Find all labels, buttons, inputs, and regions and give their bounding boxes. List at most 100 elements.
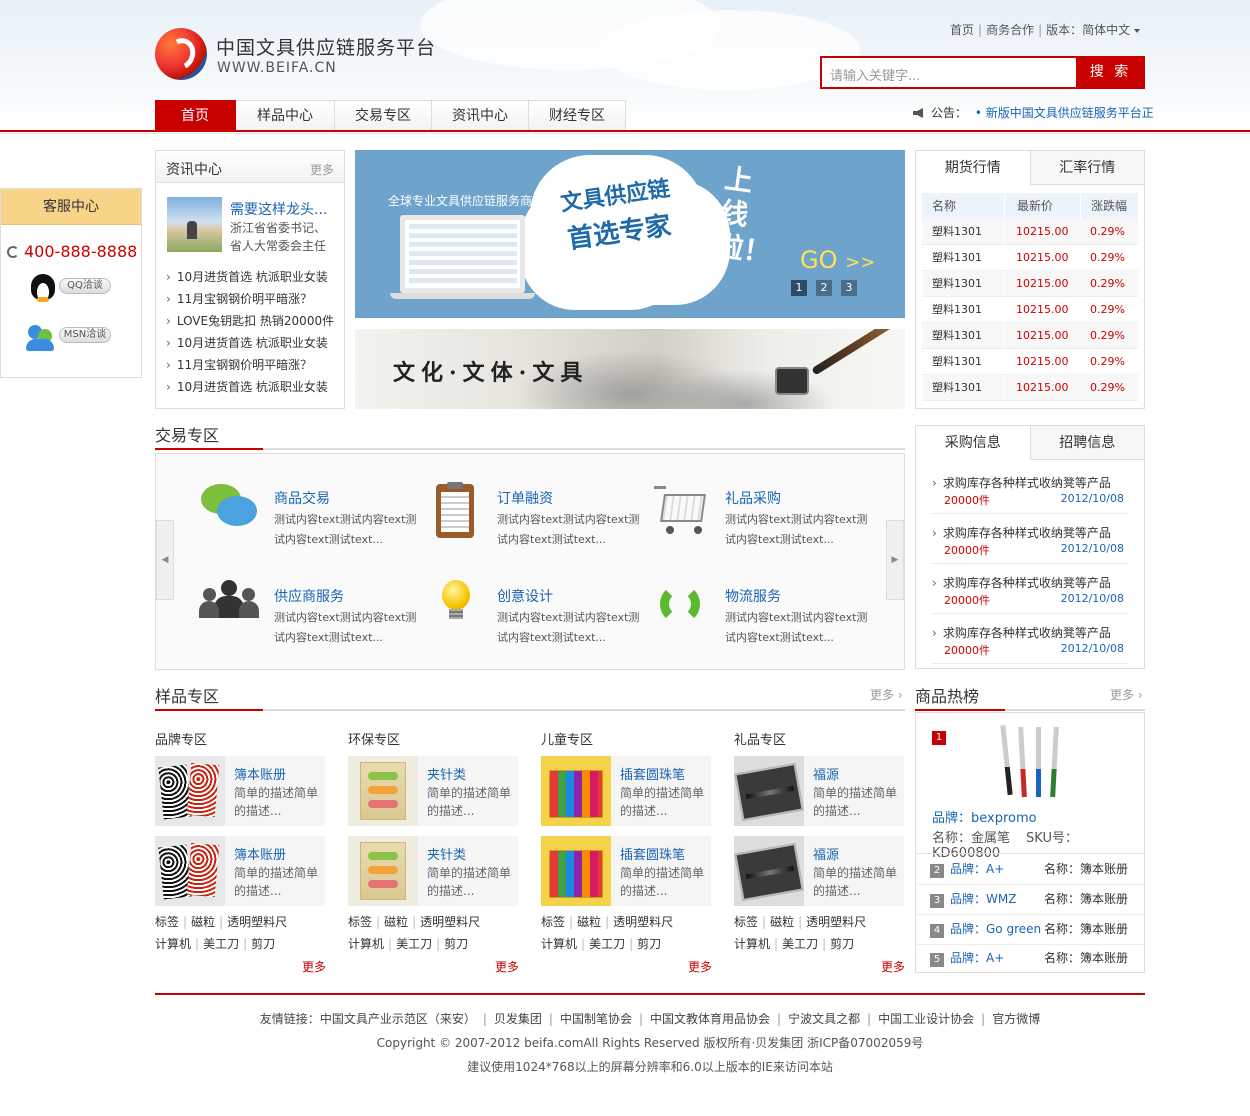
product-card[interactable]: 簿本账册 简单的描述简单的描述... [155, 836, 325, 906]
tag-link[interactable]: 磁粒 [770, 915, 794, 929]
tab-recruit[interactable]: 招聘信息 [1029, 426, 1145, 459]
tag-link[interactable]: 标签 [541, 915, 565, 929]
nav-home[interactable]: 首页 [155, 100, 236, 131]
tag-link[interactable]: 计算机 [348, 937, 384, 951]
friend-link[interactable]: 中国文具产业示范区（来安） [320, 1012, 476, 1026]
category-more-link[interactable]: 更多 [881, 958, 905, 975]
tag-link[interactable]: 磁粒 [384, 915, 408, 929]
toplink-home[interactable]: 首页 [950, 23, 974, 37]
table-row[interactable]: 塑料1301 10215.00 0.29% [922, 323, 1138, 349]
product-card[interactable]: 夹针类 简单的描述简单的描述... [348, 756, 518, 826]
hot-more-link[interactable]: 更多 › [1110, 686, 1143, 703]
trade-item-gift[interactable]: 礼品采购 测试内容text测试内容text测试内容text测试text... [650, 482, 870, 562]
tag-link[interactable]: 磁粒 [577, 915, 601, 929]
tag-link[interactable]: 剪刀 [444, 937, 468, 951]
hot-row[interactable]: 2 品牌：A+ 名称：簿本账册 [930, 854, 1140, 884]
banner-page-3[interactable]: 3 [841, 280, 857, 296]
table-row[interactable]: 塑料1301 10215.00 0.29% [922, 219, 1138, 245]
product-card[interactable]: 福源 简单的描述简单的描述... [734, 836, 904, 906]
category-more-link[interactable]: 更多 [302, 958, 326, 975]
news-item[interactable]: 10月进货首选 杭派职业女装 [166, 266, 334, 288]
list-item[interactable]: 求购库存各种样式收纳凳等产品 20000件 2012/10/08 [932, 564, 1128, 614]
trade-prev-arrow-icon[interactable]: ◀ [156, 520, 174, 600]
news-item[interactable]: 10月进货首选 杭派职业女装 [166, 332, 334, 354]
product-card[interactable]: 福源 简单的描述简单的描述... [734, 756, 904, 826]
product-card[interactable]: 夹针类 简单的描述简单的描述... [348, 836, 518, 906]
tag-link[interactable]: 剪刀 [251, 937, 275, 951]
tab-exchange[interactable]: 汇率行情 [1029, 151, 1145, 184]
hot-row[interactable]: 4 品牌：Go green 名称：簿本账册 [930, 914, 1140, 944]
category-more-link[interactable]: 更多 [688, 958, 712, 975]
news-headline[interactable]: 需要这样龙头... [230, 199, 327, 219]
tag-link[interactable]: 美工刀 [203, 937, 239, 951]
tag-link[interactable]: 透明塑料尺 [227, 915, 287, 929]
tag-link[interactable]: 计算机 [155, 937, 191, 951]
nav-samples[interactable]: 样品中心 [236, 100, 335, 131]
friend-link[interactable]: 宁波文具之都 [788, 1012, 860, 1026]
tag-link[interactable]: 标签 [348, 915, 372, 929]
logo-icon[interactable] [155, 28, 207, 80]
news-item[interactable]: LOVE兔钥匙扣 热销20000件 [166, 310, 334, 332]
table-row[interactable]: 塑料1301 10215.00 0.29% [922, 297, 1138, 323]
chevron-down-icon[interactable] [1134, 28, 1141, 33]
news-more-link[interactable]: 更多 [310, 161, 334, 178]
tag-link[interactable]: 计算机 [541, 937, 577, 951]
samples-more-link[interactable]: 更多 › [870, 686, 903, 703]
nav-trade[interactable]: 交易专区 [335, 100, 432, 131]
hot-top-brand[interactable]: 品牌：bexpromo [932, 807, 1037, 826]
tab-purchase[interactable]: 采购信息 [916, 426, 1030, 461]
trade-item-logistics[interactable]: 物流服务 测试内容text测试内容text测试内容text测试text... [650, 580, 870, 660]
list-item[interactable]: 求购库存各种样式收纳凳等产品 20000件 2012/10/08 [932, 514, 1128, 564]
msn-chat-button[interactable]: MSN洽谈 [26, 325, 111, 351]
table-row[interactable]: 塑料1301 10215.00 0.29% [922, 271, 1138, 297]
list-item[interactable]: 求购库存各种样式收纳凳等产品 20000件 2012/10/08 [932, 464, 1128, 514]
hot-row[interactable]: 5 品牌：A+ 名称：簿本账册 [930, 943, 1140, 973]
news-item[interactable]: 10月进货首选 杭派职业女装 [166, 376, 334, 398]
tag-link[interactable]: 磁粒 [191, 915, 215, 929]
product-card[interactable]: 插套圆珠笔 简单的描述简单的描述... [541, 836, 711, 906]
search-button[interactable]: 搜 索 [1076, 56, 1145, 89]
tag-link[interactable]: 美工刀 [396, 937, 432, 951]
trade-item-financing[interactable]: 订单融资 测试内容text测试内容text测试内容text测试text... [422, 482, 642, 562]
friend-link[interactable]: 官方微博 [992, 1012, 1040, 1026]
tag-link[interactable]: 美工刀 [782, 937, 818, 951]
toplink-version[interactable]: 版本：简体中文 [1046, 23, 1130, 37]
friend-link[interactable]: 中国工业设计协会 [878, 1012, 974, 1026]
tag-link[interactable]: 标签 [155, 915, 179, 929]
toplink-business[interactable]: 商务合作 [986, 23, 1034, 37]
table-row[interactable]: 塑料1301 10215.00 0.29% [922, 245, 1138, 271]
tag-link[interactable]: 透明塑料尺 [420, 915, 480, 929]
trade-next-arrow-icon[interactable]: ▶ [886, 520, 904, 600]
tag-link[interactable]: 标签 [734, 915, 758, 929]
news-item[interactable]: 11月宝钢钢价明平暗涨？ [166, 354, 334, 376]
banner-page-1[interactable]: 1 [791, 280, 807, 296]
nav-news[interactable]: 资讯中心 [432, 100, 529, 131]
promo-banner[interactable]: 全球专业文具供应链服务商！ 文具供应链 首选专家 上线啦！ GO >> 1 2 … [355, 150, 905, 318]
culture-banner[interactable]: 文化·文体·文具 [355, 329, 905, 409]
trade-item-design[interactable]: 创意设计 测试内容text测试内容text测试内容text测试text... [422, 580, 642, 660]
banner-go[interactable]: GO >> [800, 246, 875, 274]
tag-link[interactable]: 计算机 [734, 937, 770, 951]
list-item[interactable]: 求购库存各种样式收纳凳等产品 20000件 2012/10/08 [932, 614, 1128, 664]
table-row[interactable]: 塑料1301 10215.00 0.29% [922, 349, 1138, 375]
category-more-link[interactable]: 更多 [495, 958, 519, 975]
friend-link[interactable]: 贝发集团 [494, 1012, 542, 1026]
hot-row[interactable]: 3 品牌：WMZ 名称：簿本账册 [930, 884, 1140, 914]
product-card[interactable]: 簿本账册 简单的描述简单的描述... [155, 756, 325, 826]
trade-item-supplier[interactable]: 供应商服务 测试内容text测试内容text测试内容text测试text... [199, 580, 419, 660]
table-row[interactable]: 塑料1301 10215.00 0.29% [922, 375, 1138, 401]
qq-chat-button[interactable]: QQ洽谈 [31, 274, 111, 302]
nav-finance[interactable]: 财经专区 [529, 100, 626, 131]
tag-link[interactable]: 剪刀 [830, 937, 854, 951]
product-card[interactable]: 插套圆珠笔 简单的描述简单的描述... [541, 756, 711, 826]
news-item[interactable]: 11月宝钢钢价明平暗涨？ [166, 288, 334, 310]
tag-link[interactable]: 美工刀 [589, 937, 625, 951]
friend-link[interactable]: 中国文教体育用品协会 [650, 1012, 770, 1026]
news-thumbnail[interactable] [167, 197, 222, 252]
notice-link[interactable]: 新版中国文具供应链服务平台正 [986, 106, 1154, 120]
tab-futures[interactable]: 期货行情 [916, 151, 1030, 186]
tag-link[interactable]: 透明塑料尺 [613, 915, 673, 929]
pens-image[interactable] [1000, 724, 1060, 801]
tag-link[interactable]: 透明塑料尺 [806, 915, 866, 929]
tag-link[interactable]: 剪刀 [637, 937, 661, 951]
